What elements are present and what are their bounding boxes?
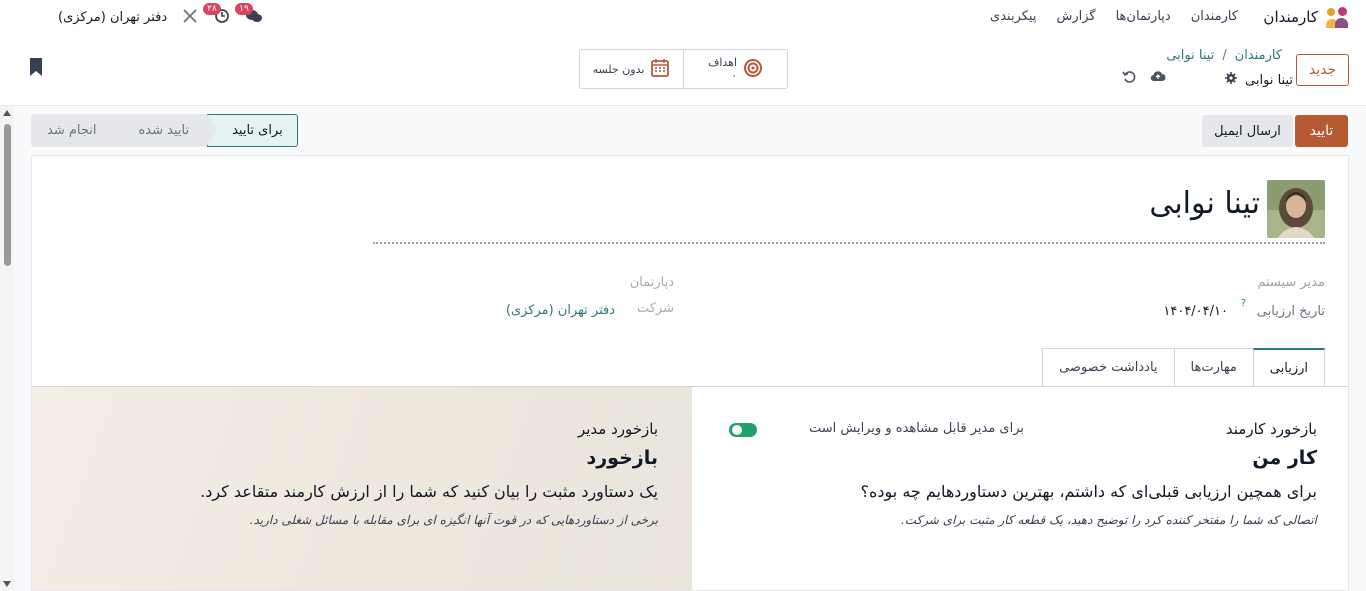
stage-to-confirm-label: برای تایید [232,123,283,138]
status-row: تایید ارسال ایمیل انجام شد تایید شده برا… [0,106,1366,156]
goals-smart-button[interactable]: اهداف ۰ [684,50,787,88]
tab-private-note[interactable]: یادداشت خصوصی [1042,348,1174,387]
goals-label: اهداف [707,56,738,69]
manager-question[interactable]: یک دستاورد مثبت را بیان کنید که شما را ا… [200,482,658,501]
goals-count: ۰ [731,69,738,82]
status-bar: انجام شد تایید شده برای تایید [31,114,298,147]
employee-name[interactable]: تینا نوابی [1149,186,1260,221]
new-button[interactable]: جدید [1296,54,1349,86]
tab-skills[interactable]: مهارت‌ها [1173,348,1253,387]
target-icon [743,58,763,81]
top-navbar: کارمندان کارمندان دپارتمان‌ها گزارش پیکر… [0,0,1366,36]
manager-value[interactable]: مدیر سیستم [1257,275,1325,290]
scroll-up-arrow-icon[interactable] [3,110,11,116]
employees-app-icon [1324,6,1348,28]
company-value[interactable]: دفتر تهران (مرکزی) [506,303,615,318]
menu-item-configuration[interactable]: پیکربندی [990,9,1036,24]
scroll-down-arrow-icon[interactable] [3,581,11,587]
manager-feedback-title[interactable]: بازخورد [586,447,658,469]
tools-icon[interactable] [181,8,199,26]
app-brand[interactable]: کارمندان [1263,6,1348,28]
menu-item-departments[interactable]: دپارتمان‌ها [1116,9,1171,24]
menu-item-employees[interactable]: کارمندان [1191,9,1238,24]
eval-date-label: تاریخ ارزیابی [1256,304,1325,319]
record-actions [1122,70,1166,88]
employee-feedback-title[interactable]: کار من [1252,447,1317,469]
stage-approved[interactable]: تایید شده [114,114,218,147]
employee-feedback-heading: بازخورد کارمند [1225,420,1317,438]
calendar-icon [650,58,670,81]
smart-buttons: اهداف ۰ بدون جلسه [579,49,788,89]
activities-badge: ۲۸ [203,3,221,15]
name-field-underline [373,242,1325,244]
form-tabs: ارزیابی مهارت‌ها یادداشت خصوصی [1042,348,1325,387]
visibility-toggle[interactable] [729,423,757,437]
control-panel: جدید کارمندان / تینا نوابی تینا نوابی اه… [0,36,1366,106]
gear-icon[interactable] [1225,72,1238,88]
page-scrollbar[interactable] [0,106,14,591]
company-label: شرکت [636,301,674,316]
breadcrumb-employees[interactable]: کارمندان [1235,48,1282,63]
employee-avatar[interactable] [1267,180,1325,238]
visibility-toggle-label: برای مدیر قابل مشاهده و ویرایش است [808,421,1024,436]
discard-undo-icon[interactable] [1122,70,1136,88]
systray: دفتر تهران (مرکزی) ۲۸ ۱۹ [58,3,263,26]
eval-date-value[interactable]: ۱۴۰۴/۰۴/۱۰ [1163,304,1228,319]
manager-hint[interactable]: برخی از دستاوردهایی که در قوت آنها انگیز… [250,513,658,527]
employee-hint[interactable]: اتصالی که شما را مفتخر کننده کرد را توضی… [901,513,1317,527]
app-name: کارمندان [1263,8,1318,26]
stage-approved-label: تایید شده [138,123,190,138]
stage-done[interactable]: انجام شد [31,114,125,147]
messages-chat-icon[interactable]: ۱۹ [235,3,263,26]
form-sheet: تینا نوابی مدیر سیستم تاریخ ارزیابی ? ۱۴… [31,155,1349,591]
department-label: دپارتمان [629,275,674,290]
menu-item-reporting[interactable]: گزارش [1056,9,1095,24]
stage-done-label: انجام شد [47,123,97,138]
manager-feedback-heading: بازخورد مدیر [577,420,658,438]
breadcrumb-record[interactable]: تینا نوابی [1166,48,1214,63]
messages-badge: ۱۹ [235,3,253,15]
record-title: تینا نوابی [1225,72,1293,88]
record-title-text: تینا نوابی [1245,72,1293,88]
breadcrumb: کارمندان / تینا نوابی [1166,48,1282,63]
bookmark-icon[interactable] [30,58,42,76]
breadcrumb-separator: / [1222,48,1227,63]
scrollbar-thumb[interactable] [4,124,11,266]
employee-question[interactable]: برای همچین ارزیابی قبلی‌ای که داشتم، بهت… [861,482,1317,501]
stage-to-confirm[interactable]: برای تایید [207,114,298,147]
main-menu: کارمندان دپارتمان‌ها گزارش پیکربندی [990,9,1238,24]
eval-date-help[interactable]: ? [1241,298,1246,309]
company-switcher[interactable]: دفتر تهران (مرکزی) [58,10,167,25]
cloud-save-icon[interactable] [1150,70,1166,88]
meeting-smart-button[interactable]: بدون جلسه [580,50,684,88]
activity-clock-icon[interactable]: ۲۸ [203,3,231,26]
send-email-button[interactable]: ارسال ایمیل [1202,115,1293,147]
tab-appraisal[interactable]: ارزیابی [1252,348,1325,387]
approve-button[interactable]: تایید [1295,115,1348,147]
meeting-label: بدون جلسه [592,62,645,76]
